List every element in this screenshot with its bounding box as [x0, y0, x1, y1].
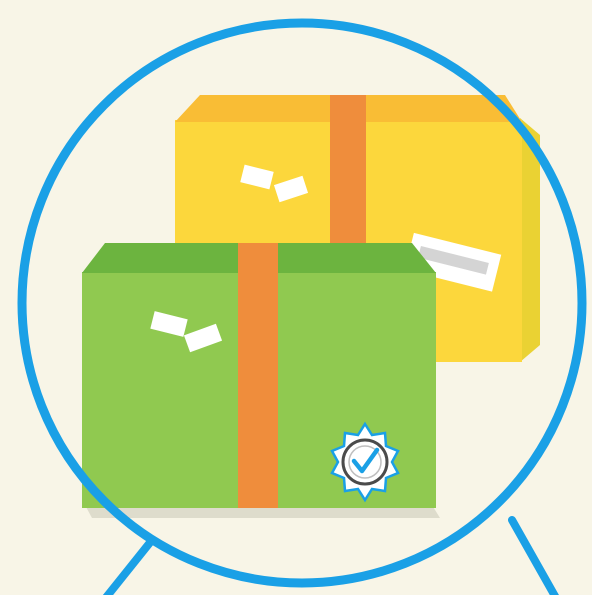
parcel-magnifier-illustration: [0, 0, 592, 595]
green-package: [82, 243, 440, 518]
green-package-tape: [238, 243, 278, 508]
